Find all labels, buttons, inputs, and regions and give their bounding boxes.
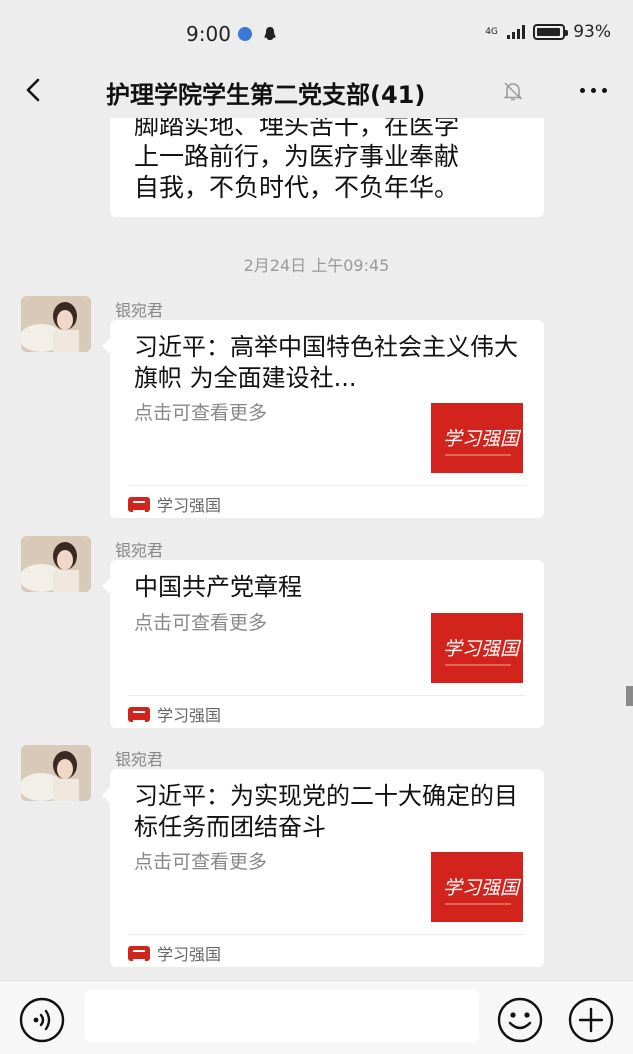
card-description: 点击可查看更多: [134, 851, 268, 873]
chat-message: 银宛君 习近平：高举中国特色社会主义伟大旗帜 为全面建设社... 点击可查看更多…: [0, 296, 633, 521]
card-thumbnail: 学习强国: [431, 403, 523, 473]
chat-header: 护理学院学生第二党支部(41): [0, 62, 633, 118]
source-name: 学习强国: [157, 706, 222, 725]
status-time: 9:00: [186, 22, 231, 46]
chat-messages[interactable]: 脚踏实地、埋头苦干，在医学 上一路前行，为医疗事业奉献 自我，不负时代，不负年华…: [0, 118, 633, 980]
bell-muted-icon: [503, 82, 523, 101]
card-source: 学习强国: [128, 492, 221, 516]
card-divider: [128, 934, 526, 935]
xuexi-logo-icon: [128, 496, 150, 512]
card-title: 习近平：为实现党的二十大确定的目标任务而团结奋斗: [134, 782, 518, 841]
card-description: 点击可查看更多: [134, 612, 268, 634]
plus-icon[interactable]: [567, 996, 615, 1044]
avatar[interactable]: [21, 296, 91, 352]
back-arrow-icon[interactable]: [16, 72, 52, 108]
card-source: 学习强国: [128, 702, 221, 726]
battery-fill: [537, 28, 560, 36]
thumb-logo-text: 学习强国: [443, 638, 522, 660]
card-title: 中国共产党章程: [134, 573, 302, 601]
link-card[interactable]: 习近平：为实现党的二十大确定的目标任务而团结奋斗 点击可查看更多 学习强国 学习…: [102, 769, 544, 967]
chat-message: 银宛君 习近平：为实现党的二十大确定的目标任务而团结奋斗 点击可查看更多 学习强…: [0, 745, 633, 970]
battery-percent: 93%: [573, 22, 611, 42]
card-description: 点击可查看更多: [134, 402, 268, 424]
sender-name: 银宛君: [115, 541, 164, 560]
battery-icon: [533, 24, 569, 40]
source-name: 学习强国: [157, 496, 222, 515]
sender-name: 银宛君: [115, 750, 164, 769]
xuexi-logo-icon: [128, 945, 150, 961]
link-card[interactable]: 习近平：高举中国特色社会主义伟大旗帜 为全面建设社... 点击可查看更多 学习强…: [102, 320, 544, 518]
text-line: 上一路前行，为医疗事业奉献: [134, 142, 460, 171]
text-line: 脚踏实地、埋头苦干，在医学: [134, 118, 460, 140]
card-divider: [128, 695, 526, 696]
input-bar: [0, 980, 633, 1054]
emoji-icon[interactable]: [496, 996, 544, 1044]
chat-title: 护理学院学生第二党支部(41): [106, 81, 426, 109]
card-thumbnail: 学习强国: [431, 613, 523, 683]
avatar[interactable]: [21, 745, 91, 801]
scrollbar-thumb[interactable]: [626, 686, 633, 706]
sender-name: 银宛君: [115, 301, 164, 320]
thumb-logo-text: 学习强国: [443, 428, 522, 450]
text-message-bubble[interactable]: 脚踏实地、埋头苦干，在医学 上一路前行，为医疗事业奉献 自我，不负时代，不负年华…: [110, 118, 544, 217]
network-type: 4G: [485, 26, 498, 37]
xuexi-logo-icon: [128, 706, 150, 722]
text-line: 自我，不负时代，不负年华。: [134, 173, 460, 202]
card-title: 习近平：高举中国特色社会主义伟大旗帜 为全面建设社...: [134, 333, 518, 392]
message-timestamp: 2月24日 上午09:45: [243, 256, 390, 275]
card-divider: [128, 485, 526, 486]
card-source: 学习强国: [128, 941, 221, 965]
qq-notification-icon: [264, 27, 276, 40]
message-input[interactable]: [85, 990, 479, 1042]
signal-icon: [507, 25, 526, 39]
status-indicators: 4G 93%: [485, 22, 611, 42]
status-bar: 9:00 4G 93%: [0, 0, 633, 62]
voice-icon[interactable]: [18, 996, 66, 1044]
link-card[interactable]: 中国共产党章程 点击可查看更多 学习强国 学习强国: [102, 560, 544, 728]
source-name: 学习强国: [157, 945, 222, 964]
card-thumbnail: 学习强国: [431, 852, 523, 922]
app-notification-icon: [238, 27, 252, 41]
more-icon[interactable]: [573, 72, 613, 108]
chat-message: 银宛君 中国共产党章程 点击可查看更多 学习强国 学习强国: [0, 536, 633, 731]
thumb-logo-text: 学习强国: [443, 877, 522, 899]
avatar[interactable]: [21, 536, 91, 592]
